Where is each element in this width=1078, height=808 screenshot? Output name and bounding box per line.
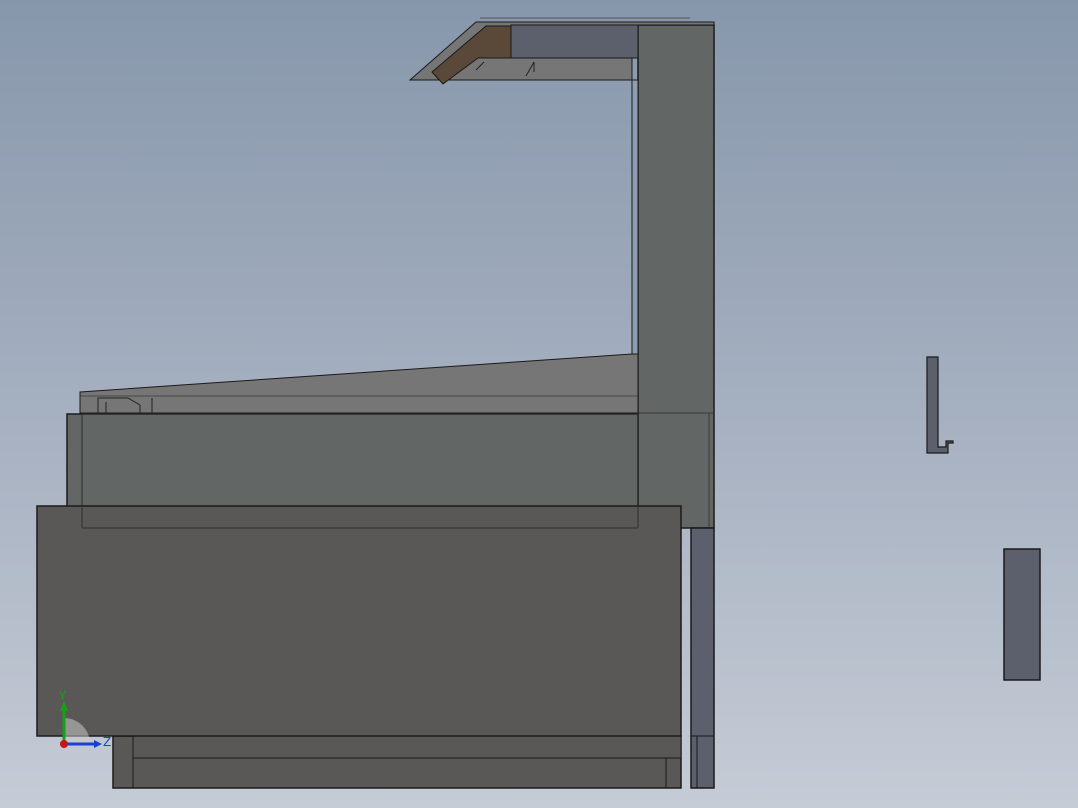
floating-bracket[interactable] bbox=[926, 356, 954, 454]
y-axis-label: Y bbox=[58, 689, 67, 703]
rear-leg[interactable] bbox=[690, 527, 715, 789]
cad-viewport[interactable]: Y Z bbox=[0, 0, 1078, 808]
rear-column[interactable] bbox=[637, 24, 715, 529]
glass-back-edge bbox=[631, 79, 639, 355]
counter-top[interactable] bbox=[79, 353, 639, 414]
z-axis-label: Z bbox=[103, 735, 111, 749]
x-axis-dot bbox=[60, 740, 68, 748]
floating-block[interactable] bbox=[1003, 548, 1041, 681]
cad-model-side-view[interactable]: Y Z bbox=[0, 0, 1078, 808]
case-base-drawer[interactable] bbox=[36, 505, 682, 789]
